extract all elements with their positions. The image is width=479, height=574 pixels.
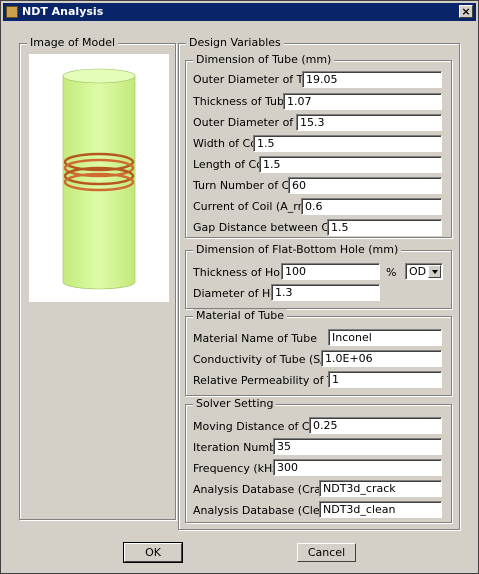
app-icon bbox=[6, 6, 18, 18]
permeability-input[interactable]: 1 bbox=[328, 371, 442, 388]
design-variables-legend: Design Variables bbox=[186, 36, 284, 49]
gap-distance-input[interactable]: 1.5 bbox=[327, 219, 442, 236]
turn-number-coil-input[interactable]: 60 bbox=[288, 177, 442, 194]
frequency-label: Frequency (kHz) bbox=[193, 462, 283, 475]
frequency-input[interactable]: 300 bbox=[273, 459, 442, 476]
conductivity-input[interactable]: 1.0E+06 bbox=[321, 350, 442, 367]
length-coil-label: Length of Coil bbox=[193, 158, 270, 171]
outer-diameter-coil-input[interactable]: 15.3 bbox=[296, 114, 442, 131]
thickness-tube-input[interactable]: 1.07 bbox=[283, 93, 442, 110]
chevron-down-icon[interactable] bbox=[428, 265, 441, 278]
database-crack-input[interactable]: NDT3d_crack bbox=[319, 480, 442, 497]
hole-side-select[interactable]: OD bbox=[405, 263, 443, 280]
current-coil-label: Current of Coil (A_rms) bbox=[193, 200, 319, 213]
outer-diameter-tube-input[interactable]: 19.05 bbox=[302, 71, 442, 88]
iteration-number-input[interactable]: 35 bbox=[273, 438, 442, 455]
image-of-model-legend: Image of Model bbox=[27, 36, 119, 49]
title-bar[interactable]: NDT Analysis × bbox=[3, 3, 476, 21]
moving-distance-input[interactable]: 0.25 bbox=[309, 417, 442, 434]
percent-label: % bbox=[386, 266, 397, 279]
material-legend: Material of Tube bbox=[193, 309, 288, 322]
conductivity-label: Conductivity of Tube (S/m) bbox=[193, 353, 339, 366]
turn-number-coil-label: Turn Number of Coil bbox=[193, 179, 303, 192]
close-button[interactable]: × bbox=[459, 5, 473, 18]
thickness-hole-input[interactable]: 100 bbox=[281, 263, 380, 280]
dialog-window: NDT Analysis × Image of Model Design Var… bbox=[0, 0, 479, 574]
material-name-input[interactable]: Inconel bbox=[328, 329, 442, 346]
gap-distance-label: Gap Distance between Coils bbox=[193, 221, 348, 234]
moving-distance-label: Moving Distance of Coils bbox=[193, 420, 329, 433]
solver-legend: Solver Setting bbox=[193, 397, 277, 410]
database-clean-label: Analysis Database (Clean) bbox=[193, 504, 338, 517]
window-title: NDT Analysis bbox=[22, 5, 104, 18]
current-coil-input[interactable]: 0.6 bbox=[301, 198, 442, 215]
model-image bbox=[29, 54, 169, 302]
tube-dimension-legend: Dimension of Tube (mm) bbox=[193, 53, 335, 66]
hole-dimension-legend: Dimension of Flat-Bottom Hole (mm) bbox=[193, 243, 402, 256]
database-clean-input[interactable]: NDT3d_clean bbox=[319, 501, 442, 518]
hole-side-value: OD bbox=[409, 265, 427, 278]
width-coil-input[interactable]: 1.5 bbox=[253, 135, 442, 152]
thickness-tube-label: Thickness of Tube bbox=[193, 95, 291, 108]
database-crack-label: Analysis Database (Crack) bbox=[193, 483, 338, 496]
tube-model-icon bbox=[62, 68, 136, 290]
material-name-label: Material Name of Tube bbox=[193, 332, 318, 345]
cancel-button[interactable]: Cancel bbox=[297, 543, 356, 562]
ok-button[interactable]: OK bbox=[123, 542, 183, 563]
length-coil-input[interactable]: 1.5 bbox=[259, 156, 442, 173]
thickness-hole-label: Thickness of Hole bbox=[193, 266, 290, 279]
diameter-hole-input[interactable]: 1.3 bbox=[271, 284, 380, 301]
